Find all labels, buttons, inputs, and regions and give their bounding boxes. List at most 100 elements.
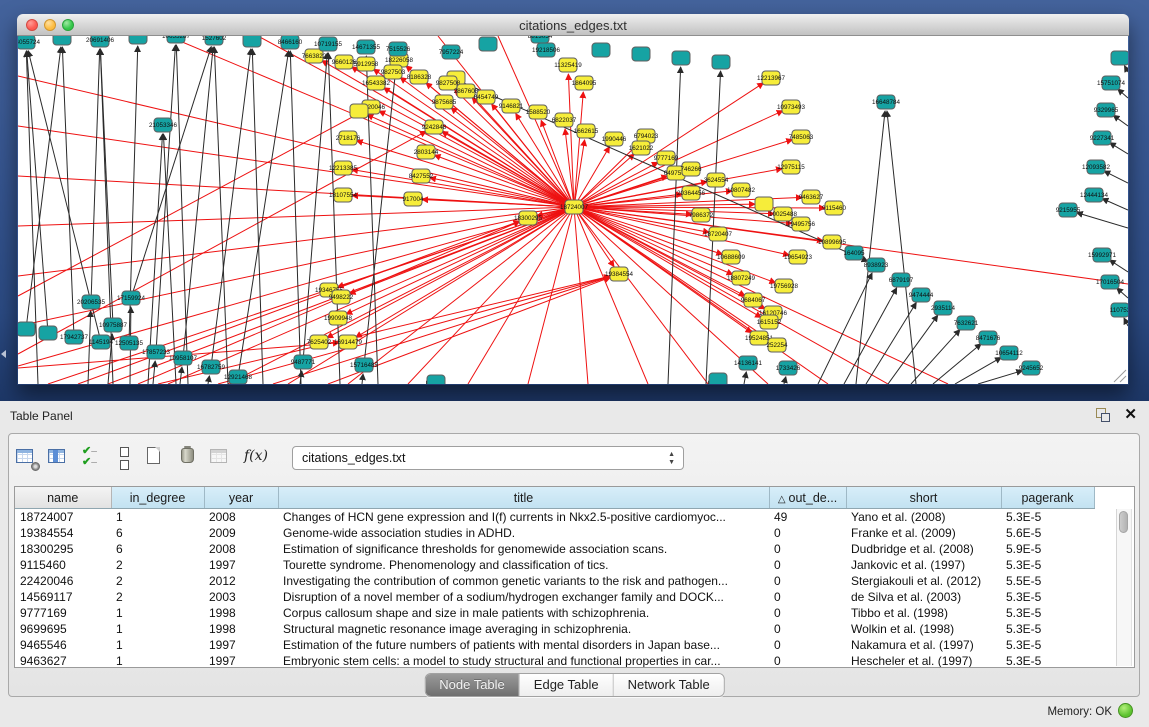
graph-node[interactable]: 1864095 xyxy=(572,76,597,90)
graph-node[interactable]: 10807482 xyxy=(727,183,756,197)
graph-node[interactable] xyxy=(592,43,610,57)
graph-node[interactable]: 16648784 xyxy=(872,95,901,109)
graph-node[interactable] xyxy=(632,47,650,61)
graph-node[interactable]: 11325419 xyxy=(554,58,582,72)
graph-node[interactable]: 18720407 xyxy=(704,227,733,241)
graph-node[interactable]: 9498222 xyxy=(329,290,354,304)
graph-node[interactable] xyxy=(243,36,261,47)
table-row[interactable]: 2242004622012Investigating the contribut… xyxy=(15,573,1094,589)
graph-node[interactable]: 1588520 xyxy=(526,105,551,119)
graph-node[interactable] xyxy=(350,104,368,118)
function-builder-icon[interactable]: f(x) xyxy=(244,445,270,471)
graph-node[interactable]: 10975887 xyxy=(99,318,128,332)
graph-node[interactable]: 8466160 xyxy=(278,36,303,49)
graph-node[interactable]: 19384554 xyxy=(605,267,634,281)
graph-node[interactable]: 3624554 xyxy=(704,173,729,187)
graph-node[interactable]: 19756928 xyxy=(770,279,799,293)
graph-node[interactable]: 9242848 xyxy=(422,120,447,134)
graph-node[interactable]: 7986372 xyxy=(689,208,714,222)
graph-node[interactable]: 17857233 xyxy=(142,345,171,359)
graph-node[interactable]: 17942737 xyxy=(60,330,89,344)
graph-node[interactable]: 6879197 xyxy=(889,273,914,287)
table-row[interactable]: 1938455462009Genome-wide association stu… xyxy=(15,525,1094,541)
resize-grip-icon[interactable] xyxy=(1120,376,1126,382)
table-row[interactable]: 946362711997Embryonic stem cells: a mode… xyxy=(15,653,1094,668)
graph-node[interactable]: 7485063 xyxy=(789,130,814,144)
graph-node[interactable]: 8454749 xyxy=(474,90,499,104)
graph-node[interactable]: 110753 xyxy=(1110,303,1128,317)
graph-node[interactable] xyxy=(479,37,497,51)
graph-node[interactable] xyxy=(39,326,57,340)
delete-table-icon[interactable] xyxy=(176,445,202,471)
graph-node[interactable]: 7957224 xyxy=(439,45,464,59)
graph-node[interactable]: 9146821 xyxy=(499,99,524,113)
graph-node[interactable]: 7625402 xyxy=(307,335,332,349)
graph-node[interactable] xyxy=(1111,51,1128,65)
graph-node[interactable]: 9227341 xyxy=(1090,131,1115,145)
graph-node[interactable]: 9474444 xyxy=(909,288,934,302)
graph-node[interactable]: 8471676 xyxy=(976,331,1001,345)
show-columns-icon[interactable] xyxy=(46,445,72,471)
graph-node[interactable]: 21053346 xyxy=(149,118,178,132)
select-rows-icon[interactable]: ✔─✔─ xyxy=(80,445,106,471)
graph-node[interactable]: 20691406 xyxy=(86,36,115,47)
graph-node[interactable] xyxy=(427,375,445,384)
column-header-in_degree[interactable]: in_degree xyxy=(111,487,204,509)
float-panel-icon[interactable] xyxy=(1096,408,1111,422)
tab-edge-table[interactable]: Edge Table xyxy=(520,674,614,696)
tab-network-table[interactable]: Network Table xyxy=(614,674,724,696)
network-window-titlebar[interactable]: citations_edges.txt xyxy=(17,14,1129,36)
graph-node[interactable]: 15992971 xyxy=(1088,248,1117,262)
graph-node[interactable]: 1662615 xyxy=(574,124,599,138)
graph-node[interactable]: 8427552 xyxy=(409,169,434,183)
graph-node[interactable]: 8813054 xyxy=(528,36,553,43)
column-header-title[interactable]: title xyxy=(278,487,769,509)
graph-node[interactable] xyxy=(709,373,727,384)
graph-node[interactable]: 164095 xyxy=(843,246,865,260)
graph-node[interactable]: 9215955 xyxy=(1056,203,1081,217)
graph-node[interactable]: 10899695 xyxy=(818,235,847,249)
close-panel-icon[interactable]: ✕ xyxy=(1124,405,1137,423)
graph-node[interactable] xyxy=(18,322,35,336)
graph-node[interactable] xyxy=(129,36,147,44)
graph-node[interactable]: 18807249 xyxy=(727,271,756,285)
graph-node[interactable]: 2803144 xyxy=(414,145,439,159)
table-row[interactable]: 969969511998Structural magnetic resonanc… xyxy=(15,621,1094,637)
graph-node[interactable]: 5912958 xyxy=(354,57,379,71)
graph-node[interactable]: 12975115 xyxy=(777,160,805,174)
graph-node[interactable] xyxy=(755,197,773,211)
graph-node[interactable]: 1615152 xyxy=(757,315,782,329)
graph-node[interactable]: 12213385 xyxy=(329,161,358,175)
column-header-out_de[interactable]: △out_de... xyxy=(769,487,846,509)
graph-node[interactable]: 20206535 xyxy=(77,295,106,309)
graph-node[interactable]: 12505135 xyxy=(115,336,144,350)
graph-node[interactable] xyxy=(53,36,71,45)
memory-status-indicator[interactable] xyxy=(1118,703,1133,718)
graph-node[interactable]: 1621022 xyxy=(629,141,654,155)
graph-node[interactable]: 10655287 xyxy=(162,36,191,43)
graph-node[interactable]: 9487771 xyxy=(291,355,316,369)
graph-node[interactable]: 10958107 xyxy=(169,351,198,365)
network-graph-canvas[interactable]: 1872400776638229660126591295818226058982… xyxy=(18,36,1128,384)
graph-node[interactable]: 9329965 xyxy=(1094,103,1119,117)
graph-node[interactable]: 8186328 xyxy=(407,70,432,84)
graph-node[interactable]: 24055724 xyxy=(18,36,40,49)
graph-node[interactable]: 7632621 xyxy=(954,316,979,330)
graph-node[interactable]: 19218506 xyxy=(532,43,561,57)
column-header-year[interactable]: year xyxy=(204,487,278,509)
table-row[interactable]: 977716911998Corpus callosum shape and si… xyxy=(15,605,1094,621)
graph-node[interactable]: 252254 xyxy=(766,338,788,352)
graph-node[interactable]: 2935114 xyxy=(931,301,956,315)
graph-node[interactable]: 15751074 xyxy=(1097,76,1126,90)
graph-node[interactable]: 15716485 xyxy=(350,358,379,372)
graph-node[interactable]: 1733426 xyxy=(776,361,801,375)
graph-node[interactable]: 1527602 xyxy=(202,36,227,45)
graph-node[interactable]: 9777169 xyxy=(654,151,679,165)
graph-node[interactable]: 16782759 xyxy=(197,360,226,374)
graph-node[interactable]: 9463627 xyxy=(799,190,824,204)
new-table-icon[interactable] xyxy=(142,445,168,471)
graph-node[interactable]: 7515526 xyxy=(386,42,411,56)
graph-node[interactable]: 2718176 xyxy=(336,131,361,145)
graph-node[interactable]: 746266 xyxy=(680,162,702,176)
table-settings-icon[interactable] xyxy=(14,445,40,471)
